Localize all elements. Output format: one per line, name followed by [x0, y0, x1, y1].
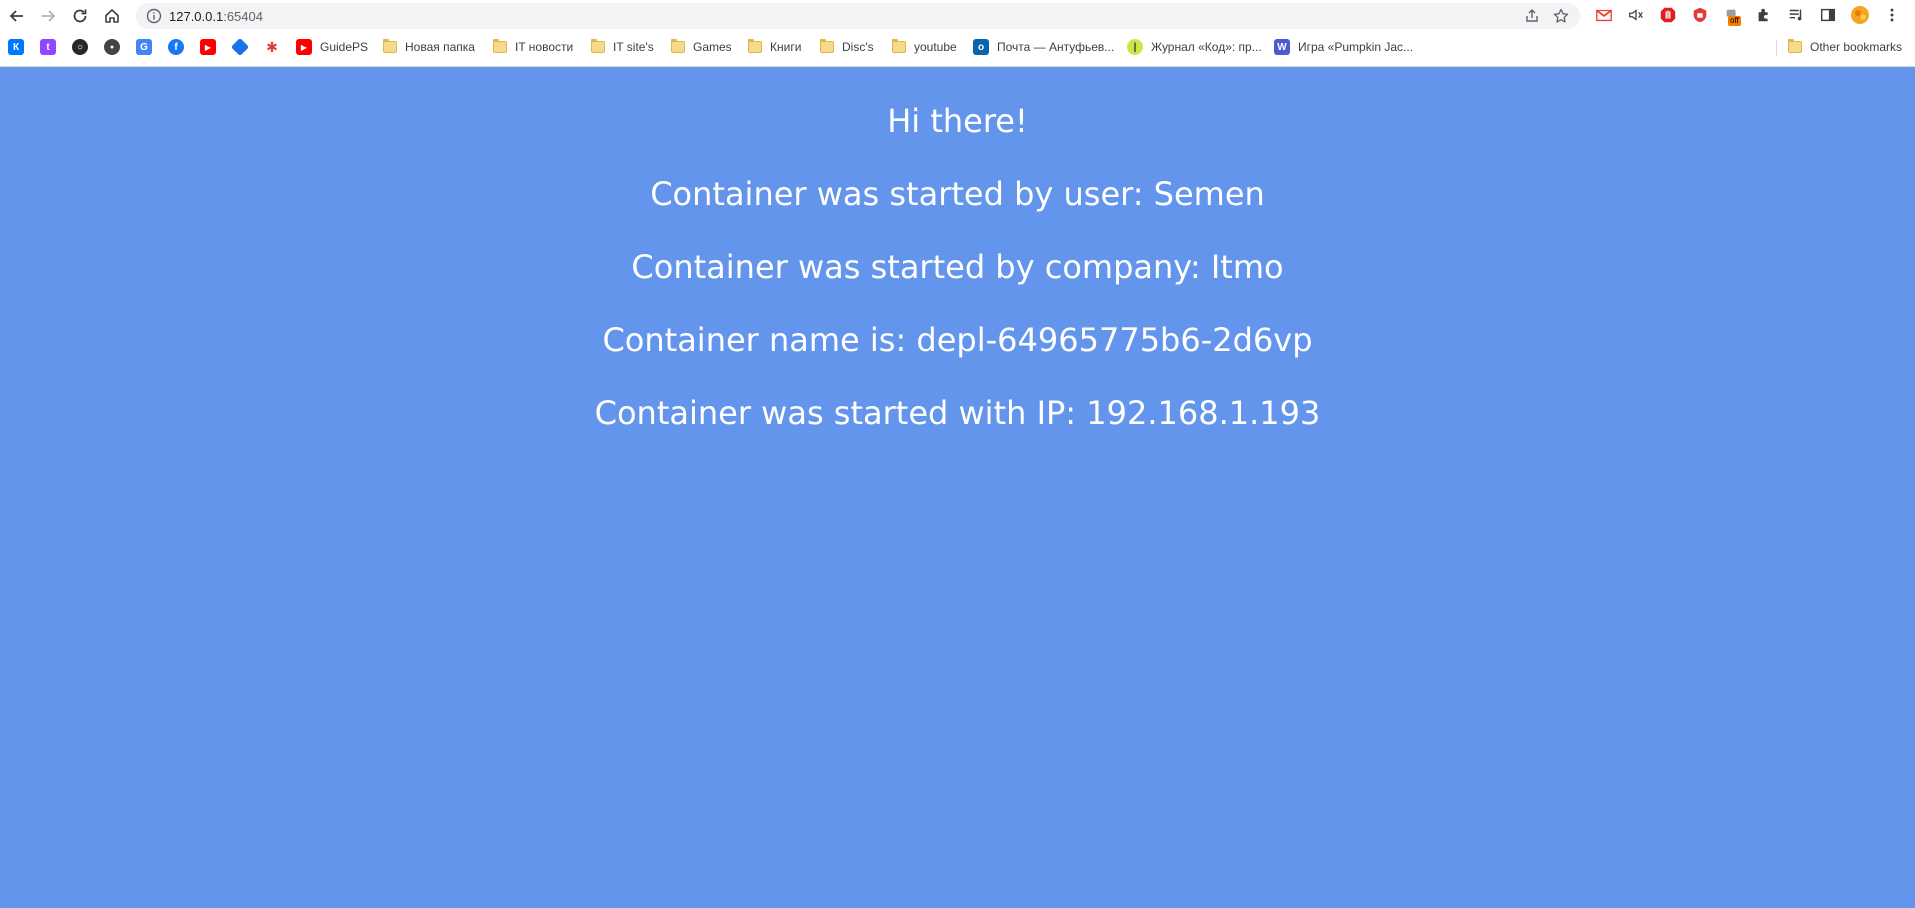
- bookmark-label: Games: [693, 40, 732, 54]
- forward-arrow-icon: [42, 10, 56, 22]
- folder-icon: [748, 39, 762, 53]
- bookmark-folder-it-news[interactable]: IT новости: [493, 37, 573, 57]
- bookmark-twitch[interactable]: t: [40, 37, 56, 57]
- site-info-icon[interactable]: [146, 8, 162, 24]
- twitch-icon: t: [40, 39, 56, 55]
- folder-icon: [383, 39, 397, 53]
- bookmark-label: Журнал «Код»: пр...: [1151, 40, 1262, 54]
- youtube-icon: ▶: [296, 39, 312, 55]
- bookmark-label: Книги: [770, 40, 802, 54]
- share-icon[interactable]: [1524, 8, 1540, 24]
- forward-button[interactable]: [35, 3, 61, 29]
- bookmark-label: IT новости: [515, 40, 574, 54]
- vk-icon: К: [8, 39, 24, 55]
- folder-icon: [671, 39, 685, 53]
- bookmark-translate[interactable]: G: [136, 37, 152, 57]
- reload-icon: [73, 9, 87, 23]
- url-host: 127.0.0.1: [169, 9, 224, 24]
- folder-icon: [591, 39, 605, 53]
- bookmark-vk[interactable]: К: [8, 37, 24, 57]
- bookmark-star-app[interactable]: ✱: [264, 37, 280, 57]
- bookmark-label: IT site's: [613, 40, 654, 54]
- youtube-icon: ▶: [200, 39, 216, 55]
- diamond-icon: [230, 37, 250, 57]
- side-panel-icon[interactable]: [1818, 5, 1838, 25]
- adblock-icon[interactable]: [1658, 5, 1678, 25]
- bookmark-youtube[interactable]: ▶: [200, 37, 216, 57]
- bookmark-facebook[interactable]: f: [168, 37, 184, 57]
- bookmark-pumpkin[interactable]: W Игра «Pumpkin Jac...: [1274, 37, 1413, 57]
- w-icon: W: [1274, 39, 1290, 55]
- kod-icon: |: [1127, 39, 1143, 55]
- bookmark-label: GuidePS: [320, 40, 369, 54]
- browser-chrome: 127.0.0.1:65404 off К t ○ ● G f ▶ ✱ ▶ Gu…: [0, 0, 1915, 67]
- folder-icon: [892, 39, 906, 53]
- bookmark-guideps[interactable]: ▶ GuidePS: [296, 37, 368, 57]
- profile-avatar[interactable]: [1850, 5, 1870, 25]
- bookmark-badge[interactable]: ●: [104, 37, 120, 57]
- container-name-line: Container name is: depl-64965775b6-2d6vp: [602, 321, 1313, 359]
- gmail-icon[interactable]: [1594, 5, 1614, 25]
- greeting-text: Hi there!: [887, 102, 1028, 140]
- bookmarks-bar: К t ○ ● G f ▶ ✱ ▶ GuidePS Новая папка IT …: [0, 35, 1915, 60]
- bookmark-outlook[interactable]: o Почта — Антуфьев...: [973, 37, 1114, 57]
- bookmark-folder-youtube[interactable]: youtube: [892, 37, 957, 57]
- extension-off-badge: off: [1728, 16, 1741, 26]
- outlook-icon: o: [973, 39, 989, 55]
- facebook-icon: f: [168, 39, 184, 55]
- bookmark-diamond[interactable]: [230, 37, 250, 57]
- folder-icon: [1788, 39, 1802, 53]
- folder-icon: [820, 39, 834, 53]
- bookmark-folder-discs[interactable]: Disc's: [820, 37, 874, 57]
- bookmark-github[interactable]: ○: [72, 37, 88, 57]
- bookmark-label: Новая папка: [405, 40, 475, 54]
- star-app-icon: ✱: [266, 38, 278, 55]
- shield-icon[interactable]: [1690, 5, 1710, 25]
- github-icon: ○: [72, 39, 88, 55]
- user-line: Container was started by user: Semen: [650, 175, 1265, 213]
- other-bookmarks[interactable]: Other bookmarks: [1788, 37, 1902, 57]
- puzzle-extensions-icon[interactable]: [1754, 5, 1774, 25]
- bookmark-folder-it-sites[interactable]: IT site's: [591, 37, 654, 57]
- reading-list-icon[interactable]: [1786, 5, 1806, 25]
- url-text[interactable]: 127.0.0.1:65404: [169, 9, 263, 24]
- bookmark-label: Игра «Pumpkin Jac...: [1298, 40, 1414, 54]
- bookmarks-divider: [1776, 40, 1777, 56]
- ip-line: Container was started with IP: 192.168.1…: [594, 394, 1321, 432]
- browser-toolbar: 127.0.0.1:65404 off: [0, 0, 1915, 31]
- url-port: :65404: [223, 9, 263, 24]
- bookmark-label: Почта — Антуфьев...: [997, 40, 1115, 54]
- reload-button[interactable]: [67, 3, 93, 29]
- home-button[interactable]: [99, 3, 125, 29]
- badge-icon: ●: [104, 39, 120, 55]
- bookmark-label: Disc's: [842, 40, 874, 54]
- bookmark-folder-games[interactable]: Games: [671, 37, 732, 57]
- address-bar[interactable]: 127.0.0.1:65404: [136, 3, 1580, 29]
- company-line: Container was started by company: Itmo: [631, 248, 1284, 286]
- extension-off-icon[interactable]: off: [1722, 5, 1742, 26]
- sound-extension-icon[interactable]: [1626, 5, 1646, 25]
- bookmark-kod[interactable]: | Журнал «Код»: пр...: [1127, 37, 1262, 57]
- bookmark-folder-new[interactable]: Новая папка: [383, 37, 475, 57]
- back-arrow-icon: [9, 10, 23, 22]
- menu-kebab-icon[interactable]: [1882, 5, 1902, 25]
- page-content: Hi there! Container was started by user:…: [0, 67, 1915, 908]
- back-button[interactable]: [4, 3, 30, 29]
- folder-icon: [493, 39, 507, 53]
- translate-icon: G: [136, 39, 152, 55]
- bookmark-folder-books[interactable]: Книги: [748, 37, 801, 57]
- home-icon: [105, 9, 119, 23]
- other-bookmarks-label: Other bookmarks: [1810, 40, 1903, 54]
- bookmark-label: youtube: [914, 40, 957, 54]
- bookmark-star-icon[interactable]: [1553, 8, 1569, 24]
